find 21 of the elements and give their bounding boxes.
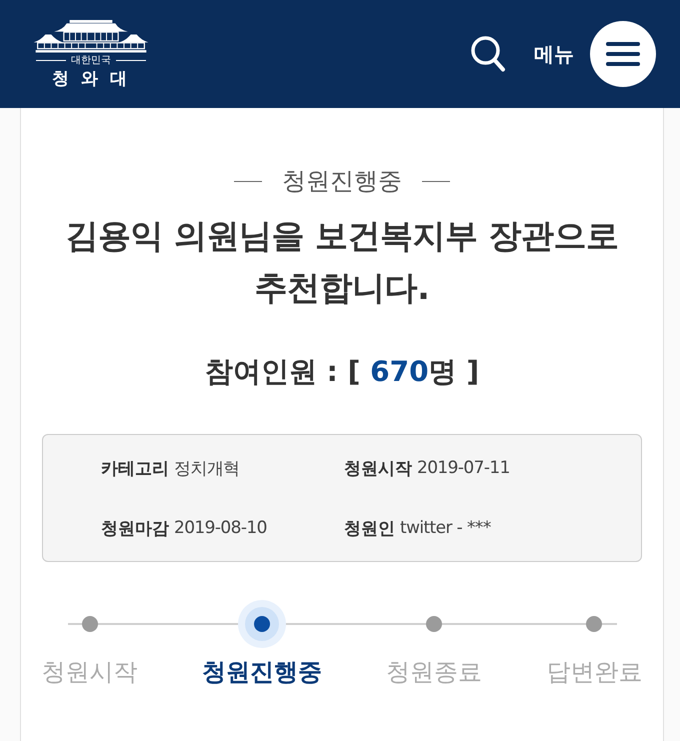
info-label: 청원인 <box>344 518 395 540</box>
step-label: 답변완료 <box>546 657 642 688</box>
info-value: 정치개혁 <box>174 458 240 480</box>
logo-title[interactable]: 청 와 대 <box>52 68 130 88</box>
participant-count: 참여인원 : [ 670명 ] <box>204 354 480 390</box>
step-label: 청원시작 <box>42 657 138 688</box>
info-label: 청원시작 <box>344 458 412 480</box>
info-label: 카테고리 <box>101 458 169 480</box>
search-icon[interactable] <box>470 35 506 73</box>
step-label: 청원진행중 <box>202 657 322 688</box>
menu-icon <box>606 42 640 66</box>
petition-status: 청원진행중 <box>282 166 402 196</box>
info-label: 청원마감 <box>101 518 169 540</box>
menu-label[interactable]: 메뉴 <box>534 40 574 68</box>
info-value: 2019-07-11 <box>417 458 510 478</box>
info-value: twitter - *** <box>400 518 491 538</box>
info-value: 2019-08-10 <box>174 518 267 538</box>
logo-subtitle: 대한민국 <box>71 54 111 66</box>
step-label: 청원종료 <box>386 657 482 688</box>
palace-logo-icon[interactable] <box>32 20 150 52</box>
petition-title: 김용익 의원님을 보건복지부 장관으로 추천합니다. <box>64 215 620 309</box>
